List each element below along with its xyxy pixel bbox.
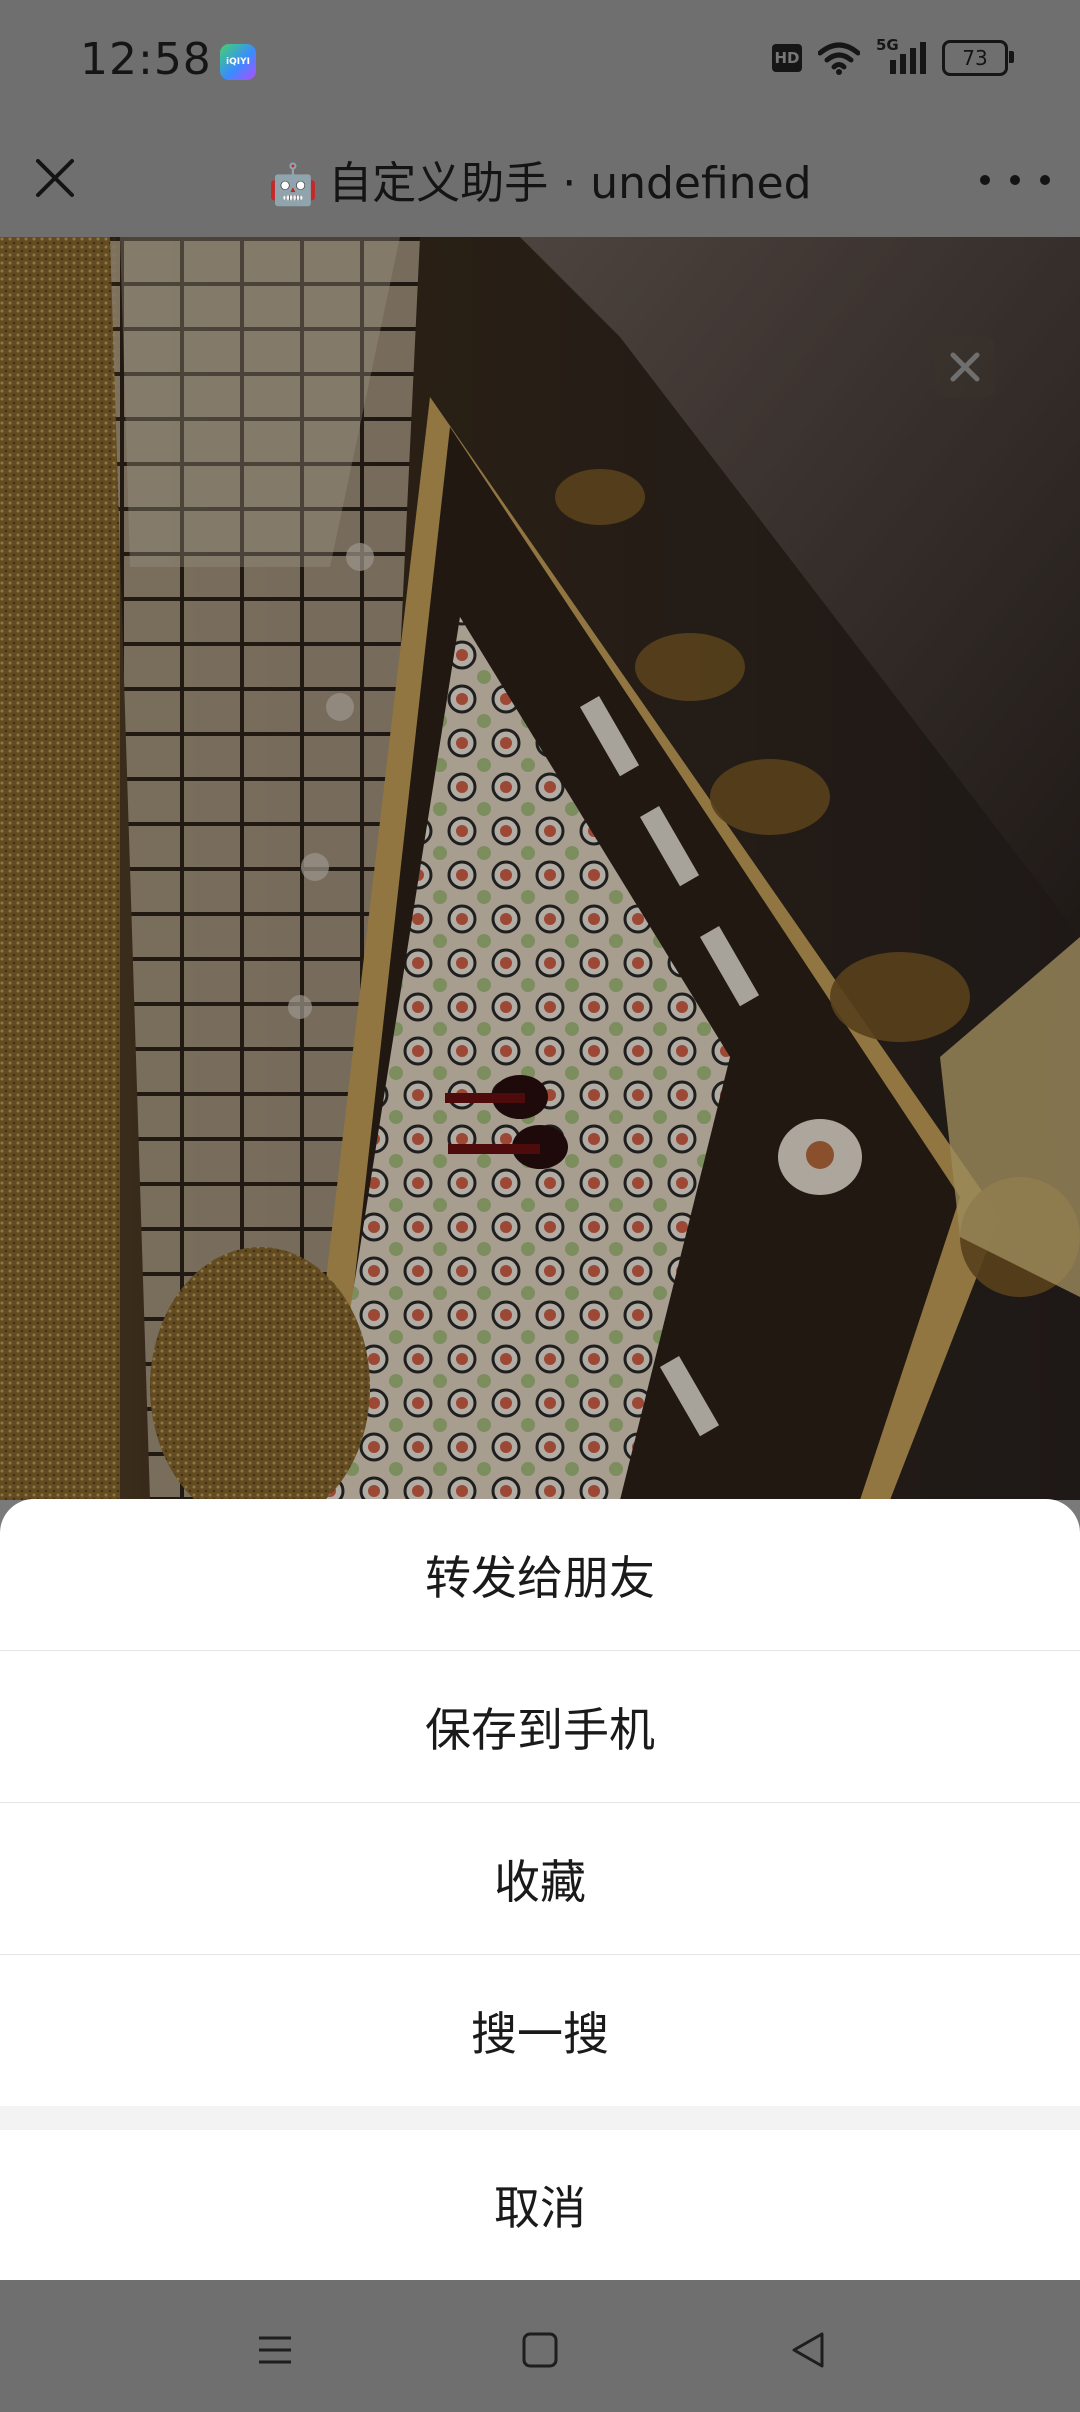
sushi-photo bbox=[0, 237, 1080, 1500]
battery-level: 73 bbox=[962, 46, 988, 70]
status-bar: 12:58 iQIYI HD 5G 73 bbox=[0, 0, 1080, 125]
battery-icon: 73 bbox=[942, 40, 1014, 76]
home-square-icon bbox=[522, 2332, 558, 2368]
favorite-button[interactable]: 收藏 bbox=[0, 1803, 1080, 1955]
title-bar: 🤖 自定义助手 · undefined bbox=[0, 125, 1080, 237]
more-options-button[interactable] bbox=[980, 155, 1050, 205]
status-icons: HD 5G 73 bbox=[772, 36, 1014, 76]
wifi-icon bbox=[818, 42, 860, 75]
cancel-button[interactable]: 取消 bbox=[0, 2130, 1080, 2280]
action-sheet: 转发给朋友 保存到手机 收藏 搜一搜 取消 bbox=[0, 1499, 1080, 2280]
robot-icon: 🤖 bbox=[268, 162, 319, 208]
close-icon bbox=[950, 352, 980, 382]
menu-icon bbox=[259, 2336, 291, 2364]
preview-close-button[interactable] bbox=[935, 337, 995, 397]
screen: 12:58 iQIYI HD 5G 73 🤖 自定义助手 · undefined… bbox=[0, 0, 1080, 2412]
back-nav-button[interactable] bbox=[778, 2320, 838, 2380]
sheet-divider bbox=[0, 2106, 1080, 2130]
page-title: 🤖 自定义助手 · undefined bbox=[0, 147, 1080, 211]
menu-nav-button[interactable] bbox=[245, 2320, 305, 2380]
search-button[interactable]: 搜一搜 bbox=[0, 1955, 1080, 2106]
save-to-phone-button[interactable]: 保存到手机 bbox=[0, 1651, 1080, 1803]
page-title-text: 自定义助手 · undefined bbox=[328, 158, 812, 209]
system-nav-bar bbox=[0, 2280, 1080, 2412]
image-preview[interactable] bbox=[0, 237, 1080, 1500]
back-triangle-icon bbox=[792, 2332, 824, 2368]
forward-to-friend-button[interactable]: 转发给朋友 bbox=[0, 1499, 1080, 1651]
home-nav-button[interactable] bbox=[510, 2320, 570, 2380]
status-time: 12:58 bbox=[80, 34, 212, 85]
dot-icon bbox=[1040, 175, 1050, 185]
hd-icon: HD bbox=[772, 44, 802, 72]
iqiyi-app-icon: iQIYI bbox=[220, 44, 256, 80]
dot-icon bbox=[980, 175, 990, 185]
cellular-signal-icon: 5G bbox=[876, 36, 926, 76]
dot-icon bbox=[1010, 175, 1020, 185]
